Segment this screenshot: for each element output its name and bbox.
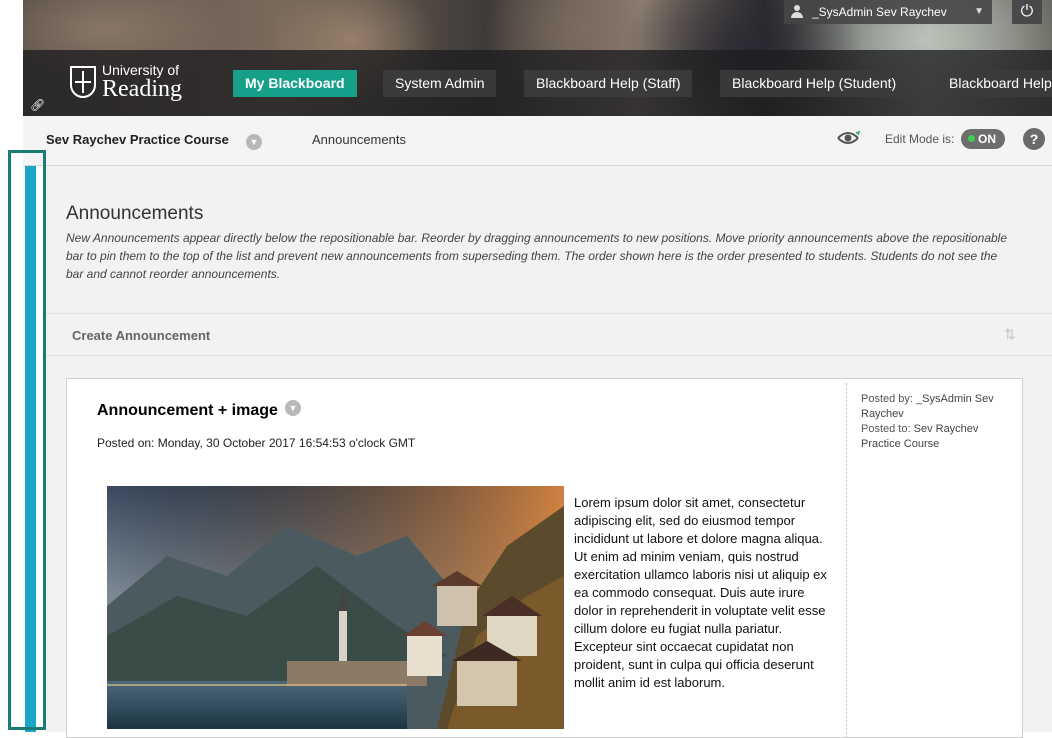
card-divider [846, 383, 847, 737]
announcement-card[interactable]: Announcement + image ▼ Posted on: Monday… [66, 378, 1023, 738]
page-title: Announcements [66, 203, 204, 224]
breadcrumb: Sev Raychev Practice Course ▼ Announceme… [23, 116, 1052, 166]
student-preview-icon[interactable] [836, 130, 860, 146]
reorder-icon[interactable]: ⇅ [1004, 326, 1016, 343]
edit-mode-state: ON [978, 132, 996, 146]
edit-mode-label: Edit Mode is: [885, 132, 955, 146]
announcement-title: Announcement + image [97, 402, 278, 419]
university-logo[interactable]: University of Reading [70, 60, 190, 104]
power-icon[interactable]: ⏻ [1012, 0, 1042, 24]
course-name-link[interactable]: Sev Raychev Practice Course [46, 132, 229, 147]
posted-to-label: Posted to: [861, 423, 911, 435]
create-announcement-button[interactable]: Create Announcement [72, 328, 210, 343]
chevron-down-icon: ▼ [974, 6, 984, 17]
user-menu[interactable]: _SysAdmin Sev Raychev ▼ [784, 0, 992, 24]
tab-my-blackboard[interactable]: My Blackboard [233, 70, 357, 97]
content-area: Announcements New Announcements appear d… [46, 166, 1052, 738]
announcement-body: Lorem ipsum dolor sit amet, consectetur … [574, 495, 827, 690]
link-icon[interactable]: 🔗︎ [30, 98, 45, 112]
highlight-frame [8, 150, 46, 730]
posted-by-label: Posted by: [861, 393, 913, 405]
logo-line1: University of [102, 62, 180, 78]
announcement-meta: Posted by: _SysAdmin Sev Raychev Posted … [861, 392, 1011, 452]
tab-help-student[interactable]: Blackboard Help (Student) [720, 70, 909, 97]
tab-help-overflow[interactable]: Blackboard Help [937, 70, 1052, 97]
breadcrumb-current-page: Announcements [312, 132, 406, 147]
tab-help-staff[interactable]: Blackboard Help (Staff) [524, 70, 693, 97]
tab-system-admin[interactable]: System Admin [383, 70, 497, 97]
announcement-image [107, 486, 564, 729]
course-menu-chevron-icon[interactable]: ▼ [246, 134, 262, 150]
edit-mode-toggle[interactable]: ON [961, 129, 1005, 149]
logo-line2: Reading [102, 76, 182, 102]
posted-on-date: Posted on: Monday, 30 October 2017 16:54… [97, 436, 416, 450]
user-name: _SysAdmin Sev Raychev [812, 5, 947, 19]
page-description: New Announcements appear directly below … [66, 231, 1008, 281]
crest-icon [70, 66, 96, 98]
announcement-menu-chevron-icon[interactable]: ▼ [285, 400, 301, 416]
action-bar: Create Announcement ⇅ [46, 313, 1052, 356]
help-icon[interactable]: ? [1023, 128, 1045, 150]
user-icon [790, 5, 804, 19]
status-dot-icon [968, 135, 975, 142]
